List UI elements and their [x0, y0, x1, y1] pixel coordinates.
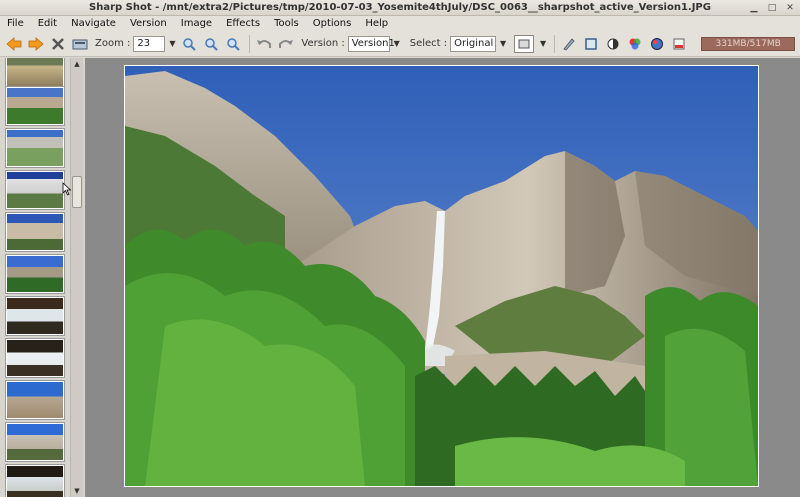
menu-effects[interactable]: Effects	[219, 18, 267, 29]
window-controls: ▁ □ ✕	[748, 2, 796, 14]
redo-icon[interactable]	[276, 34, 296, 54]
thumbnail-item[interactable]	[6, 255, 64, 293]
thumbnail-scrollbar[interactable]: ▲ ▼	[70, 58, 83, 497]
thumbnail-item[interactable]	[6, 171, 64, 209]
minimize-icon[interactable]: ▁	[748, 2, 760, 14]
menu-image[interactable]: Image	[174, 18, 219, 29]
menu-tools[interactable]: Tools	[267, 18, 306, 29]
frame-dropdown-icon[interactable]: ▼	[536, 36, 550, 52]
select-input[interactable]: Original	[450, 35, 497, 52]
thumbnail-item[interactable]	[6, 213, 64, 251]
forward-arrow-icon[interactable]	[26, 34, 46, 54]
select-dropdown-icon[interactable]: ▼	[496, 36, 510, 52]
thumbnail-item[interactable]	[6, 297, 64, 335]
thumbnail-panel: ▲ ▼	[0, 58, 84, 497]
close-icon[interactable]: ✕	[784, 2, 796, 14]
zoom-label: Zoom :	[95, 38, 131, 49]
scroll-up-icon[interactable]: ▲	[71, 59, 83, 69]
mouse-cursor-icon	[62, 182, 72, 196]
scroll-down-icon[interactable]: ▼	[71, 486, 83, 496]
photo-frame	[124, 65, 759, 487]
thumbnail-item[interactable]	[6, 381, 64, 419]
thumbnail-item[interactable]	[6, 339, 64, 377]
memory-usage: 331MB/517MB	[701, 36, 796, 51]
thumbnail-item[interactable]	[6, 87, 64, 125]
thumbnail-list	[4, 58, 66, 497]
thumbnail-item[interactable]	[6, 58, 64, 88]
thumbnail-item[interactable]	[6, 465, 64, 497]
menu-bar: File Edit Navigate Version Image Effects…	[0, 16, 800, 31]
zoom-in-icon[interactable]	[179, 34, 199, 54]
thumbnail-item[interactable]	[6, 129, 64, 167]
frame-icon[interactable]	[514, 34, 535, 53]
version-label: Version :	[301, 38, 345, 49]
scroll-handle[interactable]	[72, 176, 82, 208]
toolbar-separator	[249, 34, 251, 53]
image-canvas[interactable]	[85, 58, 800, 497]
zoom-dropdown-icon[interactable]: ▼	[165, 36, 179, 52]
zoom-input[interactable]: 23	[133, 35, 166, 52]
back-arrow-icon[interactable]	[4, 34, 24, 54]
title-bar: Sharp Shot - /mnt/extra2/Pictures/tmp/20…	[0, 0, 800, 16]
menu-help[interactable]: Help	[358, 18, 395, 29]
pen-icon[interactable]	[559, 34, 579, 54]
photo-image[interactable]	[125, 66, 758, 486]
menu-options[interactable]: Options	[306, 18, 359, 29]
contrast-icon[interactable]	[603, 34, 623, 54]
toolbar: Zoom : 23 ▼ Version : Version1 ▼ Select …	[0, 31, 800, 57]
zoom-out-icon[interactable]	[201, 34, 221, 54]
delete-icon[interactable]	[48, 34, 68, 54]
color-icon[interactable]	[625, 34, 645, 54]
select-label: Select :	[409, 38, 448, 49]
menu-file[interactable]: File	[0, 18, 31, 29]
version-dropdown-icon[interactable]: ▼	[390, 36, 404, 52]
zoom-fit-icon[interactable]	[223, 34, 243, 54]
crop-icon[interactable]	[581, 34, 601, 54]
menu-edit[interactable]: Edit	[31, 18, 64, 29]
maximize-icon[interactable]: □	[766, 2, 778, 14]
menu-version[interactable]: Version	[123, 18, 174, 29]
window-title: Sharp Shot - /mnt/extra2/Pictures/tmp/20…	[89, 2, 711, 13]
undo-icon[interactable]	[254, 34, 274, 54]
menu-navigate[interactable]: Navigate	[64, 18, 123, 29]
toolbar-separator	[554, 34, 556, 53]
effects-icon[interactable]	[647, 34, 667, 54]
thumbnail-item[interactable]	[6, 423, 64, 461]
scanner-icon[interactable]	[70, 34, 90, 54]
version-select[interactable]: Version1	[347, 35, 395, 52]
paint-icon[interactable]	[669, 34, 689, 54]
